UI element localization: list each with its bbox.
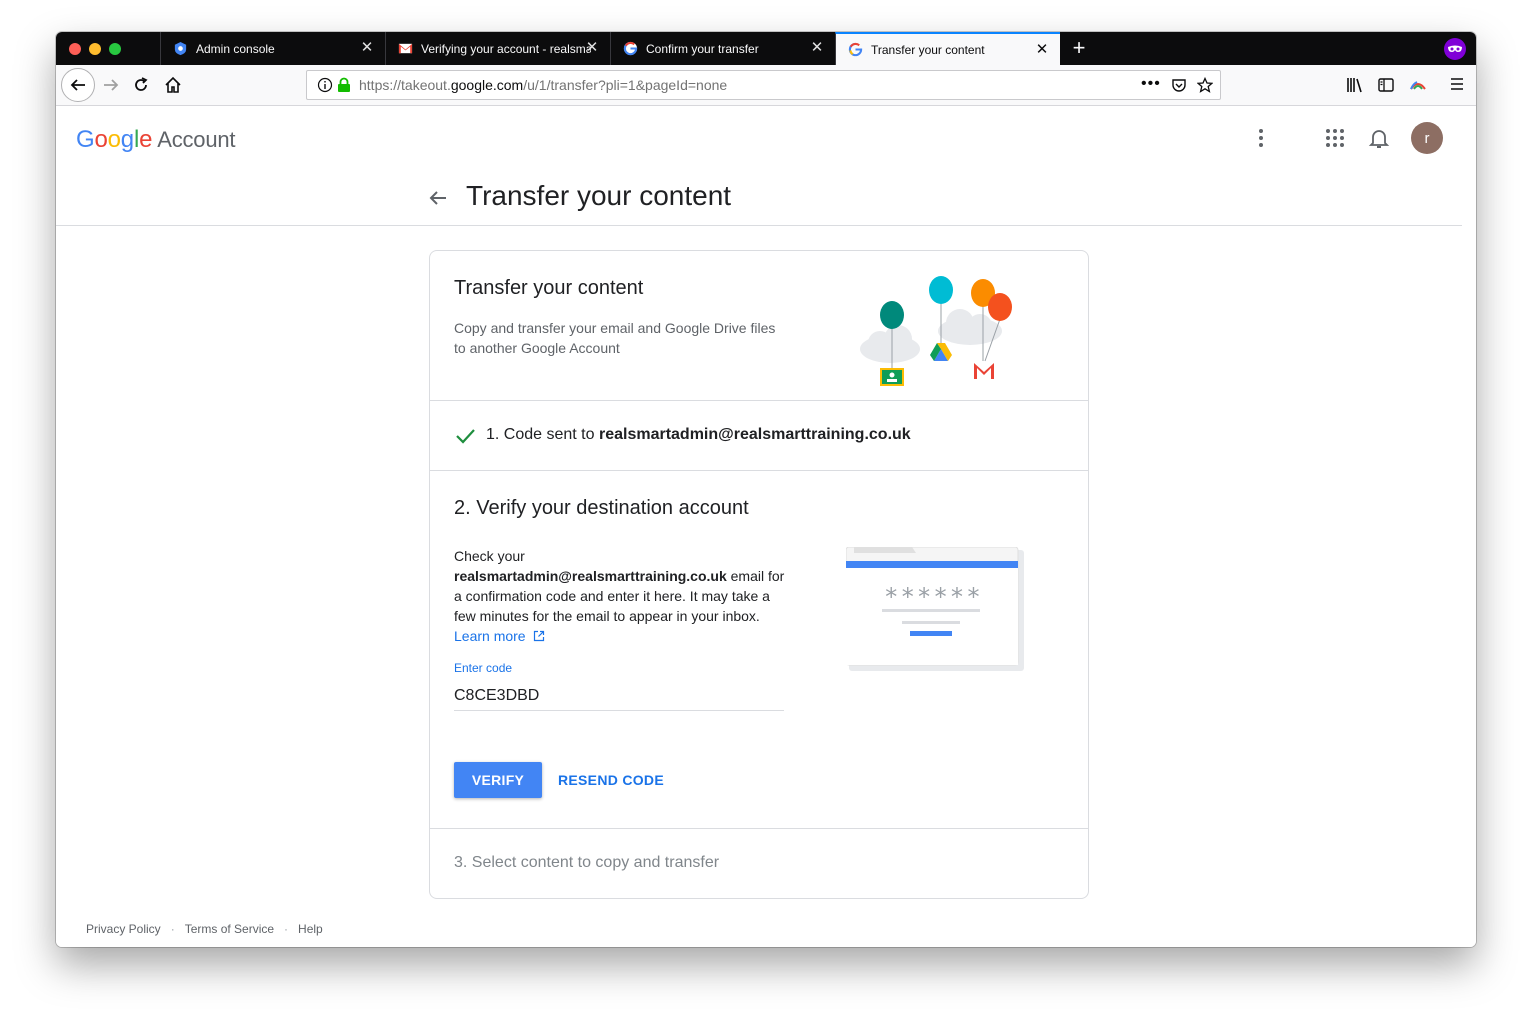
card-description: Copy and transfer your email and Google … [454,320,776,356]
checkmark-icon [456,429,475,444]
lock-icon[interactable] [337,77,351,93]
tab-title: Confirm your transfer [646,41,759,56]
info-icon[interactable] [317,77,333,93]
footer-separator: · [284,922,289,936]
tab-title: Transfer your content [871,42,985,57]
reload-icon [135,77,148,91]
tab-verifying-account[interactable]: Verifying your account - realsmart ✕ [385,32,610,65]
tab-transfer-content[interactable]: Transfer your content ✕ [835,32,1060,65]
url-text: https://takeout.google.com/u/1/transfer?… [359,77,727,93]
enter-code-label: Enter code [454,661,513,675]
navigation-bar: https://takeout.google.com/u/1/transfer?… [56,65,1476,106]
avatar[interactable]: r [1411,122,1443,154]
help-link[interactable]: Help [298,922,323,936]
library-icon[interactable] [1346,77,1364,93]
learn-more-link[interactable]: Learn more [454,628,545,644]
bookmark-star-icon[interactable] [1197,77,1213,93]
terms-of-service-link[interactable]: Terms of Service [185,922,274,936]
private-browsing-icon [1444,38,1466,60]
step-1-text: 1. Code sent to realsmartadmin@realsmart… [486,426,911,444]
pocket-icon[interactable] [1171,77,1187,93]
step-3-title: 3. Select content to copy and transfer [454,854,720,871]
privacy-policy-link[interactable]: Privacy Policy [86,922,161,936]
code-entry-illustration-icon: ****** [845,546,1024,671]
google-icon [848,42,863,57]
close-window-button[interactable] [69,43,81,55]
url-prefix: https://takeout. [359,77,451,93]
back-button[interactable] [61,68,95,102]
tab-confirm-transfer[interactable]: Confirm your transfer ✕ [610,32,835,65]
step-2-title: 2. Verify your destination account [454,497,749,519]
resend-code-button[interactable]: RESEND CODE [554,762,668,798]
reload-button[interactable] [126,70,156,100]
page-actions-icon[interactable]: ••• [1141,75,1161,93]
back-arrow-icon [70,79,85,91]
logo-letter: o [107,126,121,153]
back-arrow-icon[interactable] [426,186,450,210]
step-2-section: 2. Verify your destination account Check… [430,471,1088,829]
account-header: Google Account r Transfer your content [56,106,1462,226]
url-path: /u/1/transfer?pli=1&pageId=none [523,77,728,93]
admin-console-icon [174,41,187,56]
close-icon[interactable]: ✕ [1034,42,1050,58]
logo-letter: g [120,126,134,153]
new-tab-button[interactable]: + [1068,37,1090,59]
learn-more-label: Learn more [454,628,526,644]
logo-letter: e [139,126,153,153]
card-title: Transfer your content [454,277,644,299]
logo-letter: o [94,126,108,153]
google-icon [623,41,638,56]
url-domain: google.com [450,77,524,93]
tab-strip: Admin console ✕ Verifying your account -… [56,32,1476,65]
intro-section: Transfer your content Copy and transfer … [430,251,1088,401]
logo-suffix: Account [157,127,236,152]
close-icon[interactable]: ✕ [359,40,375,56]
extension-icon[interactable] [1409,78,1427,92]
verify-button[interactable]: VERIFY [454,762,542,798]
notifications-bell-icon[interactable] [1367,126,1391,150]
maximize-window-button[interactable] [109,43,121,55]
step-2-instructions: Check your realsmartadmin@realsmarttrain… [454,546,794,646]
instructions-before: Check your [454,548,525,564]
home-button[interactable] [158,70,188,100]
tab-title: Verifying your account - realsmart [421,41,591,56]
footer-separator: · [170,922,175,936]
step-1-prefix: 1. Code sent to [486,426,599,443]
url-bar[interactable]: https://takeout.google.com/u/1/transfer?… [306,70,1221,100]
more-vert-icon[interactable] [1249,126,1273,150]
home-icon [165,76,181,93]
code-input[interactable] [454,681,784,711]
footer: Privacy Policy · Terms of Service · Help [86,922,323,936]
google-account-logo[interactable]: Google Account [76,126,236,154]
forward-arrow-icon [104,79,119,91]
close-icon[interactable]: ✕ [584,40,600,56]
tab-title: Admin console [196,41,275,56]
gmail-icon [398,43,413,54]
close-icon[interactable]: ✕ [809,40,825,56]
page-content: Google Account r Transfer your content Tr… [56,106,1476,947]
step-1-section: 1. Code sent to realsmartadmin@realsmart… [430,401,1088,471]
tab-admin-console[interactable]: Admin console ✕ [160,32,385,65]
forward-button[interactable] [96,70,126,100]
step-1-email: realsmartadmin@realsmarttraining.co.uk [598,426,911,443]
apps-grid-icon[interactable] [1323,126,1347,150]
balloons-illustration-icon [860,276,1012,386]
menu-icon[interactable] [1450,77,1464,91]
logo-letter: G [76,126,95,153]
step-3-section: 3. Select content to copy and transfer [430,829,1088,898]
browser-window: Admin console ✕ Verifying your account -… [56,32,1476,947]
sidebar-icon[interactable] [1378,77,1394,93]
instructions-email: realsmartadmin@realsmarttraining.co.uk [454,568,727,584]
transfer-card: Transfer your content Copy and transfer … [429,250,1089,899]
page-title: Transfer your content [466,180,732,211]
minimize-window-button[interactable] [89,43,101,55]
external-link-icon [534,630,545,642]
password-mask: ****** [884,583,983,611]
